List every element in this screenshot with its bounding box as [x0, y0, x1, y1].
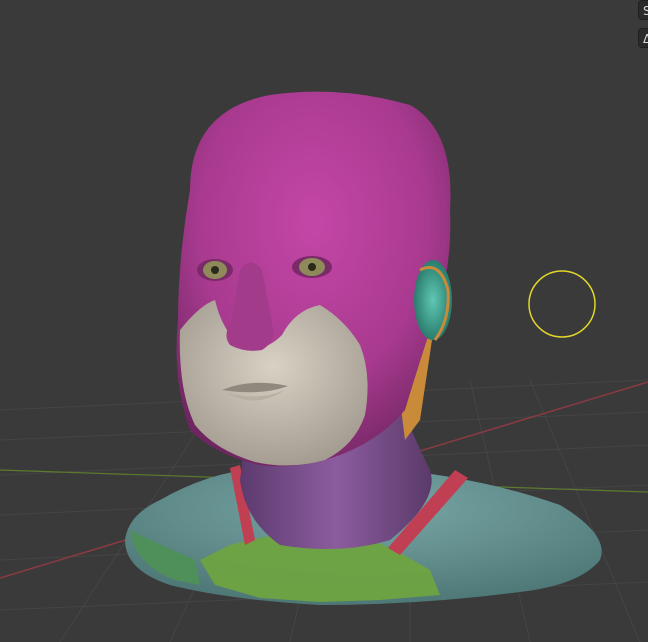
3d-viewport[interactable]: S Δ	[0, 0, 648, 642]
sculpt-scene[interactable]	[0, 0, 648, 642]
mesh-overlay-button[interactable]: Δ	[638, 28, 648, 48]
brush-cursor	[528, 270, 596, 338]
view-toggle-icon: S	[643, 4, 648, 18]
left-eye	[197, 259, 233, 281]
mesh-overlay-icon: Δ	[643, 32, 648, 46]
ear	[414, 260, 452, 341]
right-eye	[292, 256, 332, 278]
view-toggle-button[interactable]: S	[638, 0, 648, 20]
